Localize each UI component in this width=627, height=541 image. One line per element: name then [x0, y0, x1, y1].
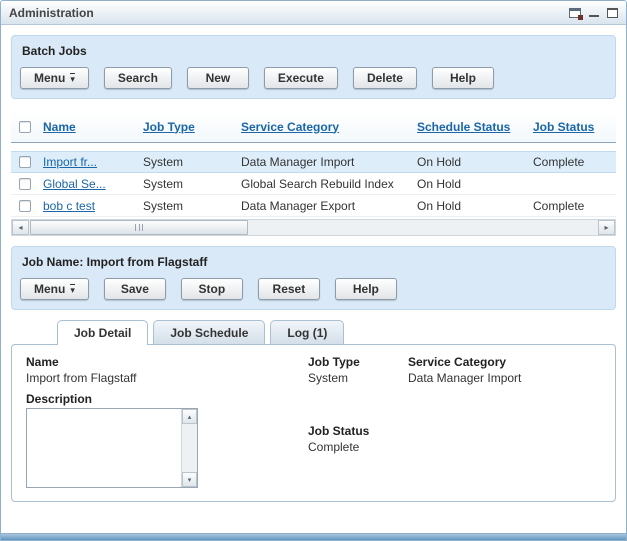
schedule-status-cell: On Hold [413, 177, 529, 191]
menu-dropdown-icon: ▾ [70, 284, 75, 295]
form-gap [308, 392, 404, 424]
batch-help-button[interactable]: Help [432, 67, 494, 89]
form-middle-column: Job Type System Job Status Complete [308, 355, 404, 461]
title-bar[interactable]: Administration [1, 1, 626, 25]
table-header-row: Name Job Type Service Category Schedule … [11, 111, 616, 143]
name-label: Name [26, 355, 256, 369]
column-header-schedule-status[interactable]: Schedule Status [417, 120, 510, 134]
job-status-cell: Complete [529, 199, 616, 213]
detail-menu-label: Menu [34, 282, 65, 296]
job-name-panel: Job Name: Import from Flagstaff Menu ▾ S… [11, 246, 616, 310]
batch-menu-label: Menu [34, 71, 65, 85]
scroll-right-button[interactable]: ▸ [598, 220, 615, 235]
tab-job-detail[interactable]: Job Detail [57, 320, 148, 345]
job-name-link[interactable]: Global Se... [43, 177, 106, 191]
administration-window: Administration Batch Jobs Menu ▾ Search … [0, 0, 627, 541]
job-status-label: Job Status [308, 424, 404, 438]
job-name-link[interactable]: bob c test [43, 199, 95, 213]
menu-dropdown-icon: ▾ [70, 73, 75, 84]
scrollbar-track[interactable] [29, 220, 598, 235]
tab-job-schedule[interactable]: Job Schedule [153, 320, 265, 344]
row-checkbox[interactable] [19, 200, 31, 212]
maximize-icon[interactable] [607, 8, 618, 18]
popout-icon[interactable] [569, 8, 581, 18]
job-status-cell: Complete [529, 155, 616, 169]
table-row[interactable]: bob c test System Data Manager Export On… [11, 195, 616, 217]
batch-menu-button[interactable]: Menu ▾ [20, 67, 89, 89]
service-category-cell: Data Manager Export [237, 199, 413, 213]
scroll-right-icon: ▸ [604, 223, 608, 232]
batch-jobs-title: Batch Jobs [22, 44, 607, 59]
tab-label: Job Schedule [170, 326, 248, 340]
detail-menu-button[interactable]: Menu ▾ [20, 278, 89, 300]
job-name-title: Job Name: Import from Flagstaff [22, 255, 607, 270]
scroll-down-icon: ▾ [188, 476, 192, 484]
scroll-up-button[interactable]: ▴ [182, 409, 197, 424]
reset-button[interactable]: Reset [258, 278, 320, 300]
service-category-cell: Data Manager Import [237, 155, 413, 169]
schedule-status-cell: On Hold [413, 155, 529, 169]
job-type-label: Job Type [308, 355, 404, 369]
table-row[interactable]: Global Se... System Global Search Rebuil… [11, 173, 616, 195]
batch-jobs-panel: Batch Jobs Menu ▾ Search New Execute Del… [11, 35, 616, 99]
horizontal-scrollbar[interactable]: ◂ ▸ [11, 219, 616, 236]
tab-log[interactable]: Log (1) [270, 320, 344, 344]
scroll-left-icon: ◂ [18, 223, 22, 232]
row-checkbox[interactable] [19, 178, 31, 190]
search-button[interactable]: Search [104, 67, 172, 89]
column-header-name[interactable]: Name [43, 120, 76, 134]
scrollbar-thumb[interactable] [30, 220, 248, 235]
scroll-up-icon: ▴ [188, 413, 192, 421]
job-type-value: System [308, 371, 404, 385]
scroll-down-button[interactable]: ▾ [182, 472, 197, 487]
window-bottom-edge [1, 533, 626, 540]
column-header-service-category[interactable]: Service Category [241, 120, 339, 134]
batch-jobs-toolbar: Menu ▾ Search New Execute Delete Help [20, 67, 607, 89]
new-button[interactable]: New [187, 67, 249, 89]
tab-label: Job Detail [74, 326, 131, 340]
column-header-job-status[interactable]: Job Status [533, 120, 594, 134]
service-category-cell: Global Search Rebuild Index [237, 177, 413, 191]
job-detail-content: Name Import from Flagstaff Description ▴… [11, 344, 616, 502]
minimize-icon[interactable] [589, 8, 599, 18]
detail-tabs: Job Detail Job Schedule Log (1) [11, 320, 616, 344]
description-box: ▴ ▾ [26, 408, 198, 488]
window-controls [569, 8, 618, 18]
form-left-column: Name Import from Flagstaff Description ▴… [26, 355, 256, 488]
jobs-table: Name Job Type Service Category Schedule … [11, 111, 616, 217]
service-category-value: Data Manager Import [408, 371, 521, 385]
schedule-status-cell: On Hold [413, 199, 529, 213]
description-textarea[interactable] [27, 409, 181, 487]
job-type-cell: System [139, 199, 237, 213]
job-type-cell: System [139, 155, 237, 169]
job-name-link[interactable]: Import fr... [43, 155, 97, 169]
description-label: Description [26, 392, 256, 406]
column-header-job-type[interactable]: Job Type [143, 120, 195, 134]
row-checkbox[interactable] [19, 156, 31, 168]
description-scrollbar[interactable]: ▴ ▾ [181, 409, 197, 487]
stop-button[interactable]: Stop [181, 278, 243, 300]
table-header-spacer [11, 143, 616, 151]
delete-button[interactable]: Delete [353, 67, 417, 89]
window-title: Administration [9, 6, 94, 20]
detail-help-button[interactable]: Help [335, 278, 397, 300]
table-row[interactable]: Import fr... System Data Manager Import … [11, 151, 616, 173]
save-button[interactable]: Save [104, 278, 166, 300]
select-all-checkbox[interactable] [19, 121, 31, 133]
job-type-cell: System [139, 177, 237, 191]
execute-button[interactable]: Execute [264, 67, 338, 89]
scroll-left-button[interactable]: ◂ [12, 220, 29, 235]
form-right-column: Service Category Data Manager Import [408, 355, 521, 392]
name-value: Import from Flagstaff [26, 371, 256, 385]
service-category-label: Service Category [408, 355, 521, 369]
job-name-toolbar: Menu ▾ Save Stop Reset Help [20, 278, 607, 300]
scrollbar-grip-icon [135, 224, 143, 231]
tab-label: Log (1) [287, 326, 327, 340]
job-status-value: Complete [308, 440, 404, 454]
